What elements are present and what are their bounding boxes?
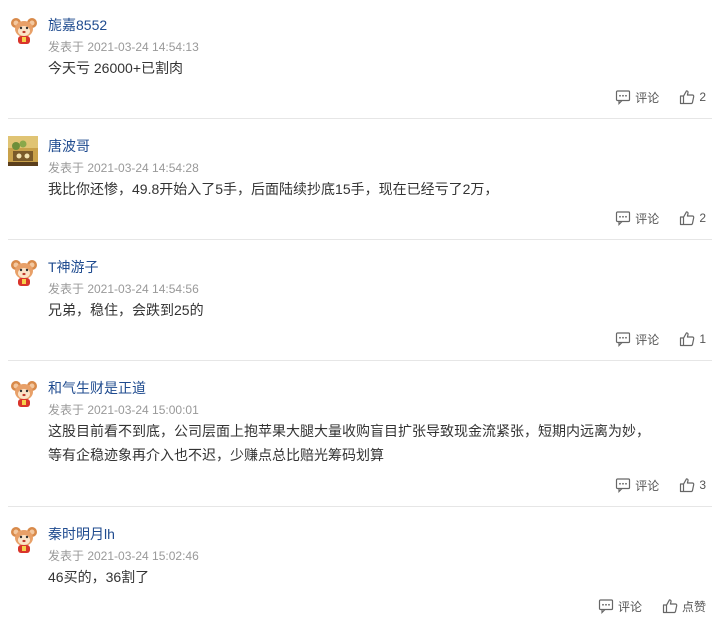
reply-icon — [615, 210, 635, 226]
thumbs-up-icon — [679, 210, 699, 226]
reply-label: 评论 — [635, 211, 660, 226]
like-button[interactable]: 3 — [679, 477, 706, 493]
like-count: 2 — [699, 211, 706, 225]
comment-item: T神游子 发表于 2021-03-24 14:54:56 兄弟，稳住，会跌到25… — [0, 240, 720, 360]
like-count: 2 — [699, 90, 706, 104]
reply-icon — [615, 331, 635, 347]
comment-list: 旎嘉8552 发表于 2021-03-24 14:54:13 今天亏 26000… — [0, 0, 720, 626]
reply-label: 评论 — [635, 478, 660, 493]
comment-username[interactable]: 唐波哥 — [48, 137, 90, 155]
reply-button[interactable]: 评论 — [615, 210, 659, 227]
like-count: 1 — [699, 332, 706, 346]
reply-button[interactable]: 评论 — [615, 331, 659, 348]
comment-text: 兄弟，稳住，会跌到25的 — [48, 299, 708, 321]
reply-button[interactable]: 评论 — [598, 598, 642, 615]
like-count: 3 — [699, 478, 706, 492]
reply-button[interactable]: 评论 — [615, 89, 659, 106]
comment-text: 今天亏 26000+已割肉 — [48, 57, 708, 79]
comment-actions: 评论 2 — [615, 209, 706, 227]
comment-actions: 评论 2 — [615, 88, 706, 106]
like-button[interactable]: 1 — [679, 331, 706, 347]
thumbs-up-icon — [679, 331, 699, 347]
reply-label: 评论 — [635, 90, 660, 105]
cartoon-avatar-icon[interactable] — [9, 15, 39, 45]
comment-timestamp: 发表于 2021-03-24 14:54:28 — [48, 161, 199, 175]
comment-text: 46买的，36割了 — [48, 566, 708, 588]
like-button[interactable]: 2 — [679, 89, 706, 105]
cartoon-avatar-icon[interactable] — [9, 524, 39, 554]
comment-text-line: 这股目前看不到底，公司层面上抱苹果大腿大量收购盲目扩张导致现金流紧张，短期内远离… — [48, 423, 650, 439]
comment-text: 我比你还惨，49.8开始入了5手，后面陆续抄底15手，现在已经亏了2万， — [48, 178, 708, 200]
comment-username[interactable]: 旎嘉8552 — [48, 16, 107, 34]
comment-timestamp: 发表于 2021-03-24 14:54:56 — [48, 282, 199, 296]
comment-text-line: 今天亏 26000+已割肉 — [48, 60, 183, 76]
comment-actions: 评论 点赞 — [598, 597, 706, 615]
comment-item: 和气生财是正道 发表于 2021-03-24 15:00:01 这股目前看不到底… — [0, 361, 720, 506]
comment-text-line: 兄弟，稳住，会跌到25的 — [48, 302, 204, 318]
thumbs-up-icon — [662, 598, 682, 614]
comment-item: 秦时明月lh 发表于 2021-03-24 15:02:46 46买的，36割了… — [0, 507, 720, 626]
like-button[interactable]: 点赞 — [662, 598, 706, 615]
comment-timestamp: 发表于 2021-03-24 15:02:46 — [48, 549, 199, 563]
cartoon-avatar-icon[interactable] — [9, 378, 39, 408]
reply-label: 评论 — [617, 599, 642, 614]
comment-timestamp: 发表于 2021-03-24 14:54:13 — [48, 40, 199, 54]
reply-icon — [615, 477, 635, 493]
comment-actions: 评论 1 — [615, 330, 706, 348]
comment-username[interactable]: T神游子 — [48, 258, 99, 276]
like-button[interactable]: 2 — [679, 210, 706, 226]
comment-text: 这股目前看不到底，公司层面上抱苹果大腿大量收购盲目扩张导致现金流紧张，短期内远离… — [48, 420, 708, 466]
reply-icon — [615, 89, 635, 105]
cartoon-avatar-icon[interactable] — [9, 257, 39, 287]
comment-actions: 评论 3 — [615, 476, 706, 494]
reply-icon — [598, 598, 618, 614]
comment-text-line: 46买的，36割了 — [48, 569, 150, 585]
comment-username[interactable]: 秦时明月lh — [48, 525, 115, 543]
comment-text-line: 我比你还惨，49.8开始入了5手，后面陆续抄底15手，现在已经亏了2万， — [48, 181, 499, 197]
reply-button[interactable]: 评论 — [615, 477, 659, 494]
comment-item: 旎嘉8552 发表于 2021-03-24 14:54:13 今天亏 26000… — [0, 0, 720, 118]
comment-timestamp: 发表于 2021-03-24 15:00:01 — [48, 403, 199, 417]
photo-avatar[interactable] — [8, 136, 38, 166]
thumbs-up-icon — [679, 477, 699, 493]
comment-username[interactable]: 和气生财是正道 — [48, 379, 146, 397]
comment-text-line: 等有企稳迹象再介入也不迟，少赚点总比赔光筹码划算 — [48, 447, 384, 463]
comment-item: 唐波哥 发表于 2021-03-24 14:54:28 我比你还惨，49.8开始… — [0, 119, 720, 239]
like-label: 点赞 — [681, 599, 706, 614]
thumbs-up-icon — [679, 89, 699, 105]
reply-label: 评论 — [635, 332, 660, 347]
